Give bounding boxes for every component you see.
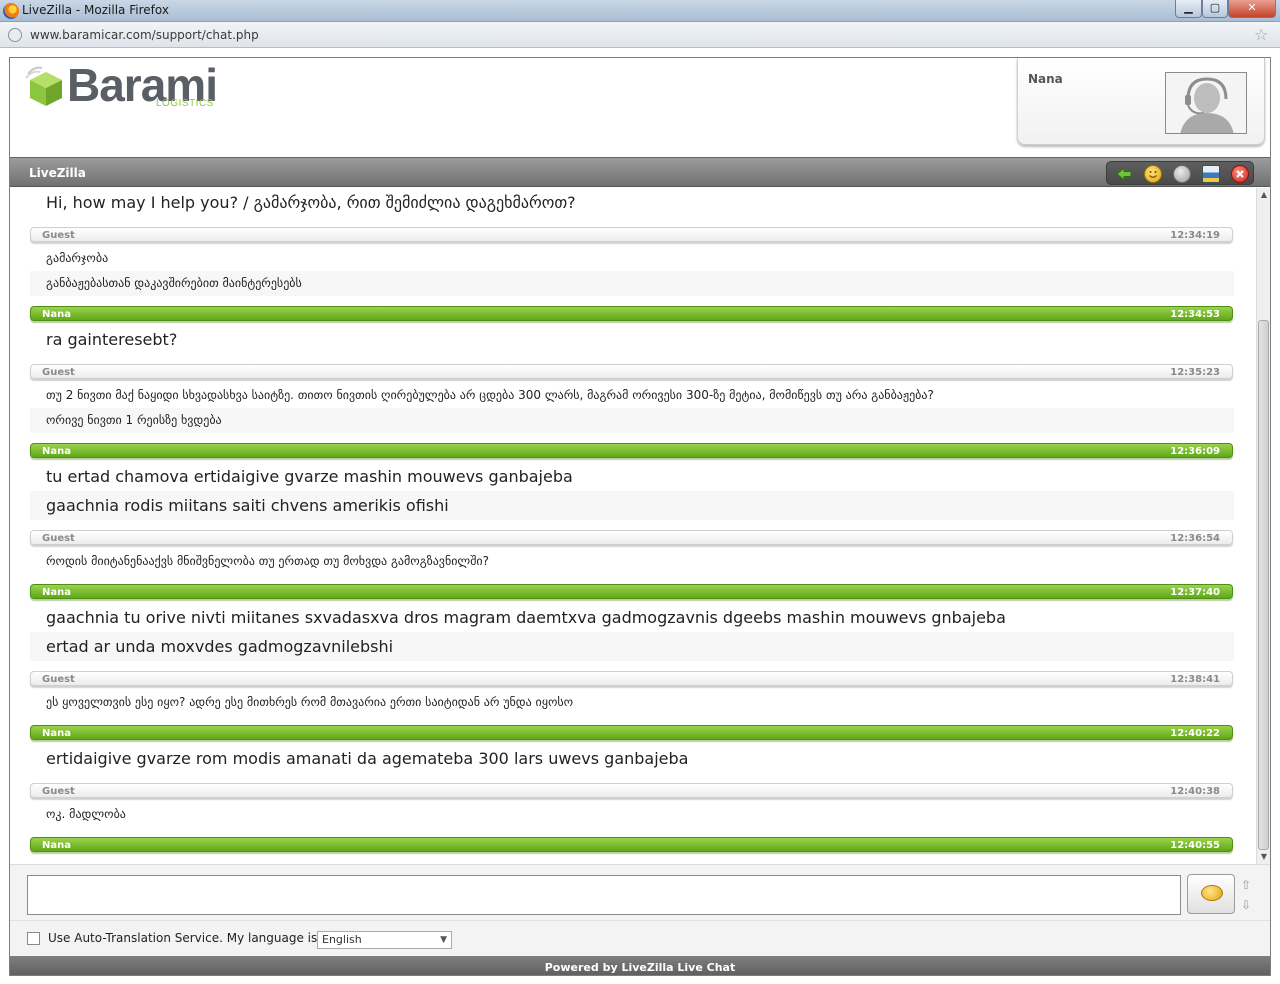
scrollbar-thumb[interactable] (1258, 320, 1269, 850)
sound-toggle-icon[interactable] (1173, 165, 1191, 183)
footer-text: Powered by LiveZilla Live Chat (544, 961, 736, 974)
message-timestamp: 12:37:40 (1170, 587, 1220, 598)
operator-message-text: arafris (30, 856, 1234, 864)
operator-message-text: ertad ar unda moxvdes gadmogzavnilebshi (30, 632, 1234, 661)
guest-message-text: გამარჯობა (46, 251, 109, 265)
operator-message-text: tu ertad chamova ertidaigive gvarze mash… (46, 467, 573, 486)
operator-message-text: Hi, how may I help you? / გამარჯობა, რით… (46, 193, 576, 212)
guest-message-text: როდის მიიტანენააქვს მნიშვნელობა თუ ერთად… (46, 554, 489, 568)
guest-message-header: Guest 12:36:54 (30, 530, 1233, 545)
guest-message-text: ოკ. მადლობა (46, 807, 126, 821)
operator-avatar (1165, 72, 1247, 134)
sender-name: Guest (42, 674, 75, 685)
toolbar-title: LiveZilla (29, 166, 86, 180)
chat-frame: Barami LOGISTICS Nana LiveZilla Hi, how … (9, 57, 1271, 976)
end-chat-icon[interactable] (1231, 165, 1249, 183)
chat-header: Barami LOGISTICS Nana (10, 58, 1270, 158)
guest-message-text: ორივე ნივთი 1 რეისზე ხვდება (30, 408, 1234, 433)
resize-arrows-icon[interactable]: ⇧ ⇩ (1240, 875, 1252, 915)
powered-by-footer: Powered by LiveZilla Live Chat (10, 956, 1270, 975)
minimize-button[interactable]: ▁ (1175, 0, 1202, 18)
operator-message-text: gaachnia tu orive nivti miitanes sxvadas… (46, 608, 1006, 627)
speech-bubble-icon (1201, 885, 1223, 901)
operator-message-text: ra gainteresebt? (46, 330, 178, 349)
sender-name: Nana (42, 840, 71, 851)
operator-message-header: Nana 12:40:55 (30, 837, 1233, 852)
operator-message-header: Nana 12:37:40 (30, 584, 1233, 599)
chevron-down-icon: ▼ (440, 935, 447, 945)
address-bar[interactable]: www.baramicar.com/support/chat.php ☆ (0, 22, 1280, 48)
guest-message-text: თუ 2 ნივთი მაქ ნაყიდი სხვადასხვა საიტზე.… (46, 388, 934, 402)
auto-translation-checkbox[interactable] (27, 932, 40, 945)
url-text[interactable]: www.baramicar.com/support/chat.php (30, 28, 259, 42)
barami-logo-cube-icon (25, 66, 62, 106)
message-timestamp: 12:40:55 (1170, 840, 1220, 851)
operator-message-header: Nana 12:40:22 (30, 725, 1233, 740)
chat-toolbar: LiveZilla (10, 157, 1270, 187)
message-timestamp: 12:38:41 (1170, 674, 1220, 685)
sender-name: Nana (42, 309, 71, 320)
message-timestamp: 12:35:23 (1170, 367, 1220, 378)
window-titlebar: LiveZilla - Mozilla Firefox ▁ ▢ ✕ (0, 0, 1280, 22)
sender-name: Guest (42, 230, 75, 241)
operator-message-text: gaachnia rodis miitans saiti chvens amer… (30, 491, 1234, 520)
message-timestamp: 12:34:53 (1170, 309, 1220, 320)
message-timestamp: 12:34:19 (1170, 230, 1220, 241)
guest-message-text: განბაჟებასთან დაკავშირებით მაინტერესებს (30, 271, 1234, 296)
operator-message-header: Nana 12:36:09 (30, 443, 1233, 458)
scroll-up-icon[interactable]: ▲ (1257, 188, 1270, 202)
message-timestamp: 12:40:22 (1170, 728, 1220, 739)
auto-translation-label: Use Auto-Translation Service. My languag… (48, 931, 322, 945)
language-select-value: English (322, 933, 362, 946)
sender-name: Guest (42, 786, 75, 797)
message-input-area: ⇧ ⇩ (10, 864, 1270, 920)
emoticon-icon[interactable] (1144, 165, 1162, 183)
guest-message-header: Guest 12:35:23 (30, 364, 1233, 379)
scroll-down-icon[interactable]: ▼ (1257, 850, 1270, 864)
back-arrow-icon[interactable] (1115, 165, 1133, 183)
language-select[interactable]: English ▼ (317, 931, 452, 949)
close-window-button[interactable]: ✕ (1228, 0, 1276, 18)
operator-info-box: Nana (1017, 58, 1265, 145)
maximize-button[interactable]: ▢ (1202, 0, 1228, 18)
operator-avatar-icon (1166, 73, 1246, 133)
message-timestamp: 12:40:38 (1170, 786, 1220, 797)
site-identity-icon[interactable] (8, 28, 22, 42)
sender-name: Nana (42, 446, 71, 457)
send-message-button[interactable] (1187, 874, 1235, 914)
sender-name: Guest (42, 533, 75, 544)
operator-message-text: ertidaigive gvarze rom modis amanati da … (46, 749, 689, 768)
guest-message-text: ეს ყოველთვის ესე იყო? ადრე ესე მითხრეს რ… (46, 695, 574, 709)
sender-name: Nana (42, 587, 71, 598)
guest-message-header: Guest 12:40:38 (30, 783, 1233, 798)
print-icon[interactable] (1202, 165, 1220, 183)
sender-name: Nana (42, 728, 71, 739)
chat-scrollbar[interactable]: ▲ ▼ (1256, 188, 1270, 864)
window-title: LiveZilla - Mozilla Firefox (22, 3, 169, 17)
sender-name: Guest (42, 367, 75, 378)
firefox-icon (3, 3, 19, 19)
operator-message-header: Nana 12:34:53 (30, 306, 1233, 321)
brand-logo-subtitle: LOGISTICS (156, 98, 214, 109)
message-timestamp: 12:36:54 (1170, 533, 1220, 544)
guest-message-header: Guest 12:34:19 (30, 227, 1233, 242)
chat-message-list: Hi, how may I help you? / გამარჯობა, რით… (10, 188, 1256, 864)
translation-options-bar: Use Auto-Translation Service. My languag… (10, 920, 1270, 956)
operator-name: Nana (1028, 72, 1063, 86)
message-timestamp: 12:36:09 (1170, 446, 1220, 457)
toolbar-button-group (1106, 161, 1254, 185)
message-input[interactable] (27, 875, 1181, 915)
bookmark-star-icon[interactable]: ☆ (1254, 25, 1268, 44)
guest-message-header: Guest 12:38:41 (30, 671, 1233, 686)
